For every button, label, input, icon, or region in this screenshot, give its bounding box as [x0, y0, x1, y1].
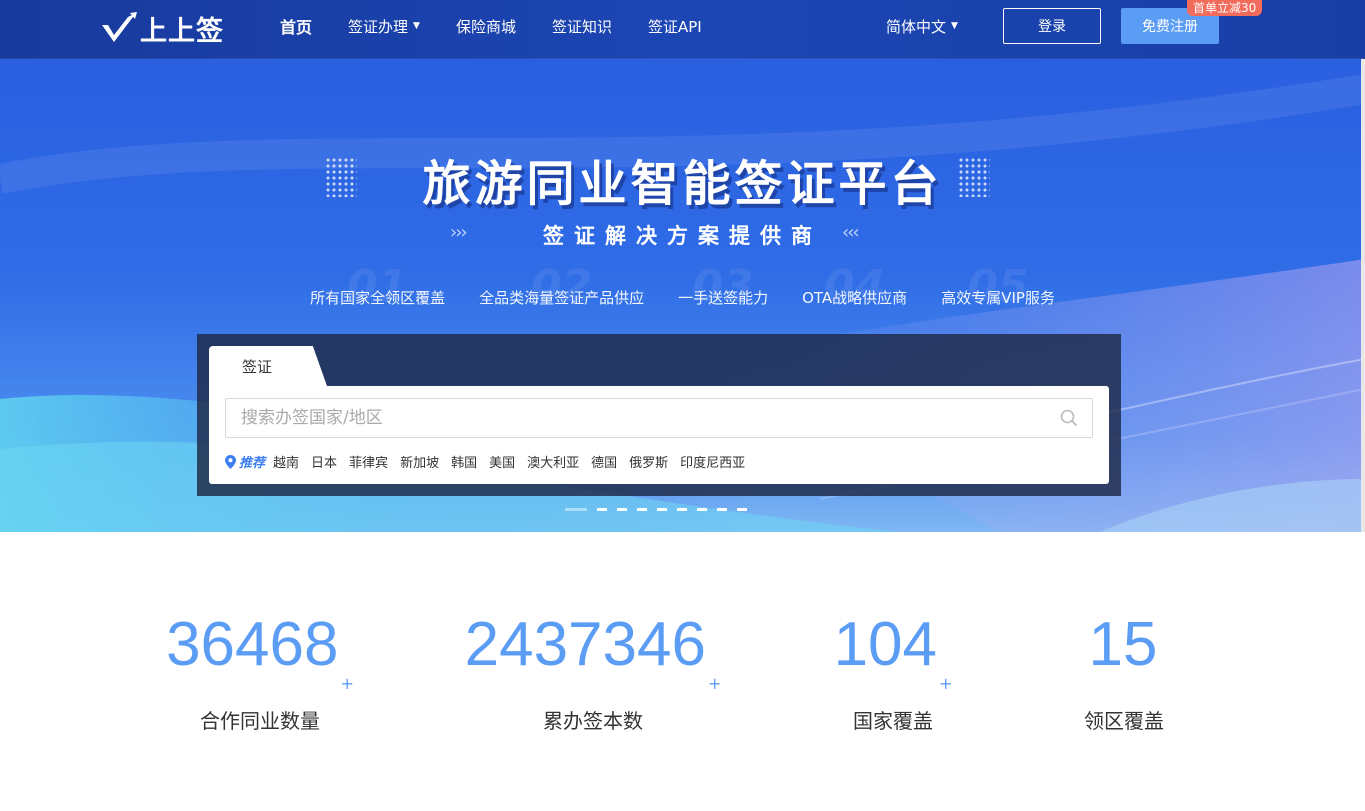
carousel-dot[interactable] [677, 508, 687, 511]
feature-item: 02 全品类海量签证产品供应 [462, 261, 661, 312]
search-box: 推荐 越南 日本 菲律宾 新加坡 韩国 美国 澳大利亚 德国 俄罗斯 印度尼西亚 [209, 386, 1109, 484]
stat-visas-processed: 2437346+ 累办签本数 [458, 610, 728, 734]
stat-plus: + [707, 674, 722, 693]
stat-countries: 104+ 国家覆盖 [818, 610, 968, 734]
feature-item: 01 所有国家全领区覆盖 [293, 261, 462, 312]
tab-visa[interactable]: 签证 [209, 346, 327, 386]
carousel-dot[interactable] [697, 508, 707, 511]
caret-down-icon: ▼ [413, 21, 420, 31]
search-icon[interactable] [1060, 409, 1078, 427]
feature-number: 02 [530, 261, 593, 312]
stat-value: 104 [833, 610, 938, 679]
feature-list: 01 所有国家全领区覆盖 02 全品类海量签证产品供应 03 一手送签能力 04… [0, 261, 1365, 312]
hero-subtitle: 签证解决方案提供商 [543, 224, 822, 248]
stat-plus: + [340, 674, 354, 693]
nav-item-insurance[interactable]: 保险商城 [438, 16, 534, 37]
promo-badge: 首单立减30 [1187, 0, 1263, 16]
site-logo[interactable]: 上上签 [100, 10, 224, 47]
nav-label: 保险商城 [455, 17, 516, 36]
feature-number: 03 [692, 261, 754, 312]
stat-label: 合作同业数量 [200, 709, 320, 733]
feature-item: 04 OTA战略供应商 [785, 261, 924, 312]
nav-item-api[interactable]: 签证API [630, 16, 720, 37]
recommend-country[interactable]: 日本 [311, 452, 337, 471]
carousel-dot[interactable] [717, 508, 727, 511]
recommend-list: 推荐 越南 日本 菲律宾 新加坡 韩国 美国 澳大利亚 德国 俄罗斯 印度尼西亚 [225, 452, 757, 471]
feature-number: 04 [824, 261, 886, 312]
carousel-dot[interactable] [597, 508, 607, 511]
nav-item-home[interactable]: 首页 [262, 14, 330, 38]
caret-down-icon: ▼ [951, 21, 958, 31]
carousel-dot[interactable] [657, 508, 667, 511]
recommend-country[interactable]: 澳大利亚 [527, 452, 579, 471]
stat-consular-districts: 15 领区覆盖 [1064, 610, 1184, 734]
recommend-country[interactable]: 新加坡 [400, 452, 439, 471]
hero-title: 旅游同业智能签证平台 [422, 156, 943, 212]
nav-item-visa[interactable]: 签证办理 ▼ [330, 16, 438, 37]
stats-section: 36468+ 合作同业数量 2437346+ 累办签本数 104+ 国家覆盖 1… [0, 532, 1365, 811]
logo-check-icon [102, 12, 137, 42]
stat-value: 36468 [166, 610, 339, 679]
nav-label: 签证知识 [551, 17, 612, 36]
stat-label: 国家覆盖 [853, 709, 933, 733]
recommend-country[interactable]: 美国 [489, 452, 515, 471]
recommend-country[interactable]: 印度尼西亚 [680, 452, 745, 471]
stat-partners: 36468+ 合作同业数量 [160, 610, 360, 734]
nav-label: 签证办理 [348, 17, 409, 36]
feature-item: 05 高效专属VIP服务 [924, 261, 1072, 312]
top-header: 上上签 首页 签证办理 ▼ 保险商城 签证知识 签证API 简体中文 ▼ 登录 … [0, 0, 1365, 59]
recommend-country[interactable]: 越南 [273, 452, 299, 471]
search-input[interactable] [226, 399, 1092, 437]
feature-number: 05 [967, 261, 1029, 312]
carousel-dot[interactable] [737, 508, 747, 511]
stat-number: 104+ [818, 610, 968, 693]
stat-label: 领区覆盖 [1084, 709, 1164, 733]
stat-value: 2437346 [464, 610, 706, 679]
search-field [225, 398, 1093, 438]
recommend-country[interactable]: 韩国 [451, 452, 477, 471]
stat-label: 累办签本数 [543, 709, 643, 733]
nav-label: 签证API [647, 17, 702, 36]
recommend-label: 推荐 [239, 456, 266, 471]
recommend-country[interactable]: 菲律宾 [349, 452, 388, 471]
nav-label: 首页 [280, 18, 313, 37]
carousel-indicators [565, 508, 757, 511]
carousel-dot[interactable] [617, 508, 627, 511]
location-pin-icon [225, 454, 236, 469]
recommend-country[interactable]: 俄罗斯 [629, 452, 668, 471]
chevrons-left-icon: ‹‹‹ [842, 222, 860, 243]
recommend-country[interactable]: 德国 [591, 452, 617, 471]
carousel-dot[interactable] [637, 508, 647, 511]
feature-number: 01 [346, 261, 409, 312]
search-panel: 签证 推荐 越南 日本 菲律宾 新加坡 韩国 美国 [197, 334, 1121, 496]
main-nav: 首页 签证办理 ▼ 保险商城 签证知识 签证API [262, 0, 720, 52]
logo-text: 上上签 [140, 15, 224, 47]
stat-number: 36468+ [160, 610, 360, 693]
feature-item: 03 一手送签能力 [661, 261, 785, 312]
nav-item-knowledge[interactable]: 签证知识 [534, 16, 630, 37]
language-label: 简体中文 [886, 17, 947, 36]
stat-number: 2437346+ [458, 610, 728, 693]
stat-value: 15 [1088, 610, 1158, 679]
language-selector[interactable]: 简体中文 ▼ [886, 0, 958, 52]
stat-plus: + [939, 674, 953, 693]
stat-number: 15 [1064, 610, 1184, 693]
carousel-dot[interactable] [565, 508, 587, 511]
hero-banner: 旅游同业智能签证平台 ››› 签证解决方案提供商 ‹‹‹ 01 所有国家全领区覆… [0, 59, 1365, 532]
login-button[interactable]: 登录 [1003, 8, 1101, 44]
